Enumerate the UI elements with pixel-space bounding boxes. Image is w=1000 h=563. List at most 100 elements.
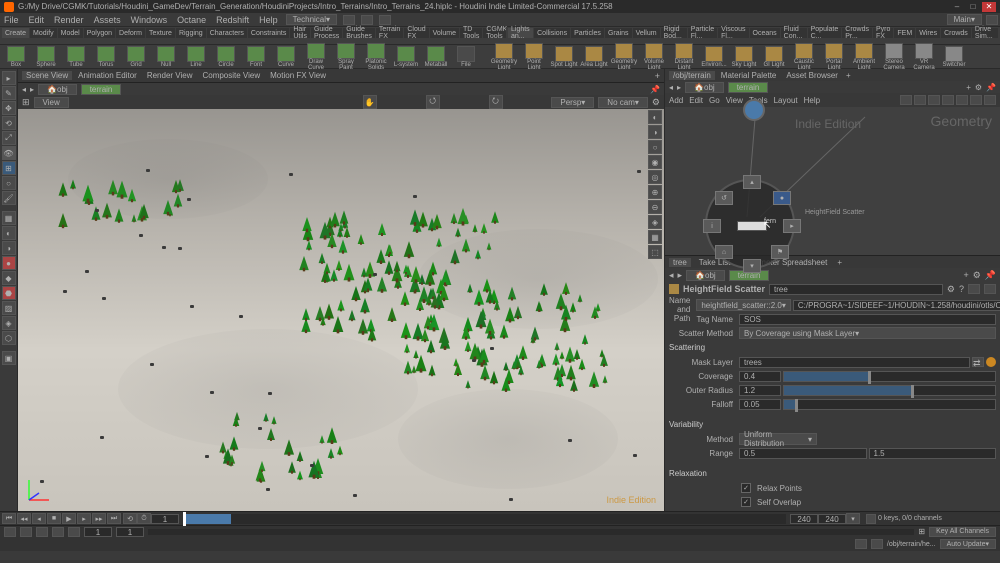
shelf-tab-td[interactable]: TD Tools (460, 28, 482, 38)
tab-motion-fx[interactable]: Motion FX View (266, 71, 330, 80)
mini-track[interactable] (148, 529, 914, 535)
timeline-realtime[interactable]: ⏱ (137, 513, 151, 524)
coverage-slider[interactable] (783, 371, 996, 382)
param-header-icon3[interactable] (984, 284, 996, 294)
tool-scale[interactable]: ⤢ (2, 131, 16, 145)
tool-torus[interactable]: Torus (92, 46, 120, 68)
net-icon-5[interactable] (956, 95, 968, 105)
tool-env-light[interactable]: Environ... (700, 46, 728, 68)
shelf-tab-lights[interactable]: Lights an... (508, 28, 533, 38)
tool-platonic[interactable]: Platonic Solids (362, 43, 390, 71)
tab-composite[interactable]: Composite View (198, 71, 264, 80)
tool-geo-light[interactable]: Geometry Light (490, 43, 518, 71)
shelf-tab-constraints[interactable]: Constraints (248, 28, 289, 38)
shelf-tab-characters[interactable]: Characters (207, 28, 247, 38)
tool-move[interactable]: ✥ (2, 101, 16, 115)
net-path-terrain[interactable]: terrain (728, 82, 769, 93)
tool-terrain7[interactable]: ▨ (2, 301, 16, 315)
net-menu-view[interactable]: View (726, 96, 743, 105)
tool-terrain5[interactable]: ◆ (2, 271, 16, 285)
menu-render[interactable]: Render (52, 15, 86, 25)
timeline-next[interactable]: ▸ (77, 513, 91, 524)
radial-north[interactable]: ▴ (743, 175, 761, 189)
timeline-prev-key[interactable]: ◂◂ (17, 513, 31, 524)
shelf-tab-particles[interactable]: Particles (571, 28, 604, 38)
status-icon-a[interactable] (4, 527, 16, 537)
tab-render-view[interactable]: Render View (143, 71, 197, 80)
scatter-method-dropdown[interactable]: By Coverage using Mask Layer ▾ (739, 327, 996, 339)
shelf-tab-texture[interactable]: Texture (146, 28, 175, 38)
tool-area-light[interactable]: Area Light (580, 46, 608, 68)
tool-terrain9[interactable]: ⬡ (2, 331, 16, 345)
frame-end-display[interactable]: 240 (790, 514, 818, 524)
tool-portal-light[interactable]: Portal Light (820, 43, 848, 71)
shelf-tab-modify[interactable]: Modify (30, 28, 57, 38)
net-icon-6[interactable] (970, 95, 982, 105)
shelf-tab-terrain[interactable]: Terrain FX (376, 28, 403, 38)
tool-terrain3[interactable]: ◑ (2, 241, 16, 255)
tool-spray[interactable]: Spray Paint (332, 43, 360, 71)
net-tab-add[interactable]: + (846, 71, 851, 80)
radial-south[interactable]: ▾ (743, 259, 761, 273)
param-tab-tree[interactable]: tree (669, 258, 691, 267)
shelf-tab-vellum[interactable]: Vellum (633, 28, 660, 38)
shelf-tab-viscous[interactable]: Viscous Fl... (718, 28, 748, 38)
net-menu-help[interactable]: Help (804, 96, 820, 105)
timeline-prev[interactable]: ◂ (32, 513, 46, 524)
frame-input-b[interactable]: 1 (116, 527, 144, 537)
net-gear-icon[interactable]: ⚙ (975, 83, 982, 92)
key-all-button[interactable]: Key All Channels (929, 527, 996, 537)
tool-line[interactable]: Line (182, 46, 210, 68)
param-gear-icon[interactable]: ⚙ (973, 270, 981, 281)
status-icon-c[interactable] (36, 527, 48, 537)
shelf-tab-grains[interactable]: Grains (605, 28, 632, 38)
asset-path[interactable]: C:/PROGRA~1/SIDEEF~1/HOUDIN~1.258/houdin… (793, 300, 1000, 311)
tool-switcher[interactable]: Switcher (940, 46, 968, 68)
minimize-button[interactable]: – (950, 2, 964, 12)
net-icon-7[interactable] (984, 95, 996, 105)
falloff-value[interactable]: 0.05 (739, 399, 781, 410)
method-dropdown[interactable]: Uniform Distribution ▾ (739, 433, 817, 445)
path-terrain[interactable]: terrain (81, 84, 122, 95)
tool-sphere[interactable]: Sphere (32, 46, 60, 68)
tool-curve[interactable]: Curve (272, 46, 300, 68)
param-pin-icon[interactable]: 📌 (985, 270, 996, 281)
tool-box[interactable]: Box (2, 46, 30, 68)
net-tab-terrain[interactable]: /obj/terrain (669, 71, 715, 80)
coverage-value[interactable]: 0.4 (739, 371, 781, 382)
path-arrow-left[interactable]: ◂ (22, 85, 26, 94)
timeline-last[interactable]: ⏭ (107, 513, 121, 524)
shelf-tab-deform[interactable]: Deform (116, 28, 145, 38)
net-icon-1[interactable] (900, 95, 912, 105)
vp-tool2[interactable]: ⭯ (426, 95, 440, 109)
tool-null[interactable]: Null (152, 46, 180, 68)
menu-windows[interactable]: Windows (129, 15, 170, 25)
tool-terrain2[interactable]: ◐ (2, 226, 16, 240)
frame-start-input[interactable]: 1 (151, 514, 179, 524)
net-menu-add[interactable]: Add (669, 96, 683, 105)
tool-cam-icon[interactable]: ▣ (2, 351, 16, 365)
status-icon-2[interactable] (871, 539, 883, 549)
tool-lasso[interactable]: ○ (2, 176, 16, 190)
shelf-tab-fem[interactable]: FEM (894, 28, 915, 38)
vp-gear-icon[interactable]: ⚙ (652, 97, 660, 108)
tag-value[interactable]: SOS (739, 314, 996, 325)
vp-side-icon7[interactable]: ⊖ (648, 200, 662, 214)
maximize-button[interactable]: □ (966, 2, 980, 12)
vp-side-icon4[interactable]: ◉ (648, 155, 662, 169)
param-header-icon2[interactable] (968, 284, 980, 294)
viewport-expand-icon[interactable]: ⊞ (22, 97, 30, 108)
menu-file[interactable]: File (2, 15, 21, 25)
menubar-icon-3[interactable] (379, 15, 391, 25)
channel-icon[interactable] (866, 514, 876, 524)
net-arrow-left[interactable]: ◂ (669, 83, 673, 92)
shelf-tab-rigid[interactable]: Rigid Bod... (661, 28, 687, 38)
net-tab-material[interactable]: Material Palette (717, 71, 781, 80)
outer-radius-slider[interactable] (783, 385, 996, 396)
menu-redshift[interactable]: Redshift (214, 15, 251, 25)
param-arrow-right[interactable]: ▸ (678, 270, 683, 281)
mask-color-icon[interactable] (986, 357, 996, 367)
status-icon-1[interactable] (855, 539, 867, 549)
tool-point-light[interactable]: Point Light (520, 43, 548, 71)
timeline-next-key[interactable]: ▸▸ (92, 513, 106, 524)
